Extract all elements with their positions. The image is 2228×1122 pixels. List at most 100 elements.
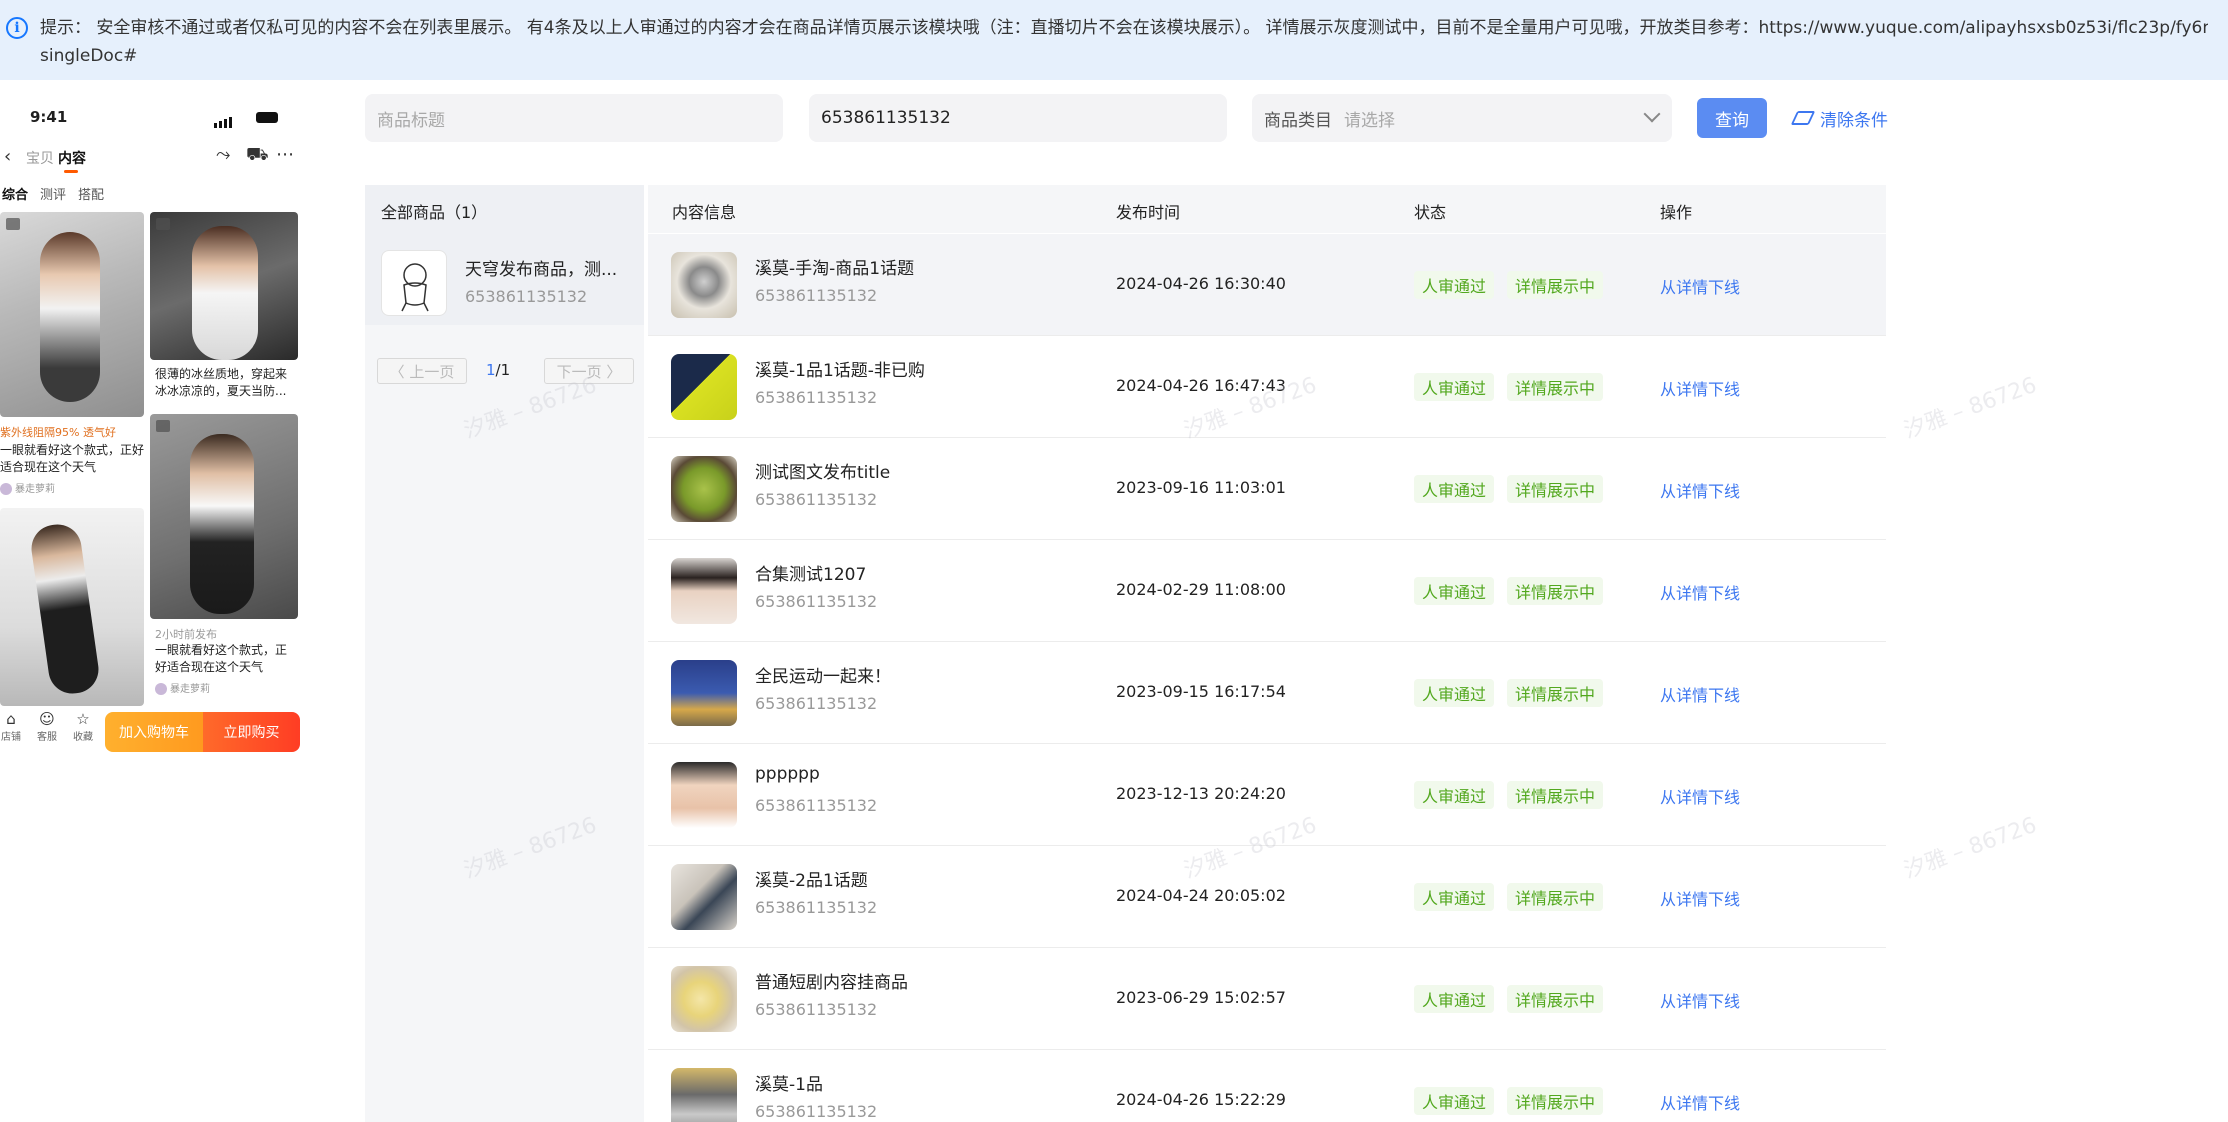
column-header-status: 状态 (1414, 203, 1447, 222)
product-id-value: 653861135132 (821, 108, 951, 128)
content-title: 溪莫-1品 (755, 1075, 823, 1095)
content-thumbnail (671, 1068, 737, 1122)
next-page-button[interactable]: 下一页 〉 (544, 358, 634, 384)
status-badge-review: 人审通过 (1414, 373, 1495, 401)
status-badge-display: 详情展示中 (1507, 475, 1604, 503)
content-id: 653861135132 (755, 1102, 878, 1121)
chevron-left-icon: 〈 (389, 362, 410, 381)
service-button[interactable]: ☺ 客服 (32, 710, 62, 743)
publish-time: 2024-04-26 16:30:40 (1116, 274, 1286, 293)
add-to-cart-button[interactable]: 加入购物车 (105, 712, 203, 752)
clear-filters-button[interactable]: 清除条件 (1790, 104, 1888, 132)
status-badge-review: 人审通过 (1414, 475, 1495, 503)
feed-meta: 2小时前发布 (155, 628, 217, 641)
table-row[interactable]: 测试图文发布title 653861135132 2023-09-16 11:0… (648, 438, 1886, 540)
product-id: 653861135132 (465, 287, 588, 306)
phone-nav: ‹ 宝贝 内容 ⤳ ⛟ ⋯ (0, 140, 300, 176)
content-thumbnail (671, 966, 737, 1032)
info-icon: i (6, 17, 28, 39)
watermark: 汐雅 – 86726 (1900, 372, 2040, 444)
shop-icon: ⌂ (6, 710, 16, 728)
table-row[interactable]: 溪莫-1品1话题-非已购 653861135132 2024-04-26 16:… (648, 336, 1886, 438)
status-badge-display: 详情展示中 (1507, 577, 1604, 605)
table-row[interactable]: 溪莫-1品 653861135132 2024-04-26 15:22:29 人… (648, 1050, 1886, 1122)
offline-link[interactable]: 从详情下线 (1660, 784, 1740, 808)
cart-icon[interactable]: ⛟ (246, 144, 269, 168)
feed-author: 暴走萝莉 (0, 480, 55, 495)
status-badge-review: 人审通过 (1414, 883, 1495, 911)
content-id: 653861135132 (755, 592, 878, 611)
phone-tab-item[interactable]: 宝贝 (26, 148, 54, 168)
content-thumbnail (671, 864, 737, 930)
product-panel-header: 全部商品（1） (365, 185, 644, 233)
title-search-input[interactable]: 商品标题 (365, 94, 783, 142)
offline-link[interactable]: 从详情下线 (1660, 1090, 1740, 1114)
offline-link[interactable]: 从详情下线 (1660, 376, 1740, 400)
feed-caption: 很薄的冰丝质地，穿起来冰冰凉凉的，夏天当防... (155, 367, 288, 398)
content-id: 653861135132 (755, 490, 878, 509)
chevron-down-icon (1643, 105, 1661, 123)
table-row[interactable]: pppppp 653861135132 2023-12-13 20:24:20 … (648, 744, 1886, 846)
video-icon (156, 218, 170, 230)
product-id-input[interactable]: 653861135132 (809, 94, 1227, 142)
table-row[interactable]: 普通短剧内容挂商品 653861135132 2023-06-29 15:02:… (648, 948, 1886, 1050)
product-item[interactable]: 天穹发布商品，测... 653861135132 (365, 233, 644, 325)
publish-time: 2023-09-15 16:17:54 (1116, 682, 1286, 701)
pagination: 〈 上一页 1/1 下一页 〉 (377, 358, 637, 386)
status-badge-review: 人审通过 (1414, 1087, 1495, 1115)
feed-caption: 一眼就看好这个款式，正好适合现在这个天气 (0, 443, 145, 474)
next-page-label: 下一页 (556, 362, 602, 381)
feed-tag: 紫外线阻隔95% 透气好 (0, 426, 116, 439)
status-badge-display: 详情展示中 (1507, 373, 1604, 401)
status-badge-display: 详情展示中 (1507, 883, 1604, 911)
table-row[interactable]: 溪莫-手淘-商品1话题 653861135132 2024-04-26 16:3… (648, 234, 1886, 336)
table-row[interactable]: 合集测试1207 653861135132 2024-02-29 11:08:0… (648, 540, 1886, 642)
phone-preview: 9:41 ‹ 宝贝 内容 ⤳ ⛟ ⋯ 综合 测评 搭配 很薄的冰丝质地，穿起来冰… (0, 80, 310, 1122)
chevron-right-icon: 〉 (601, 362, 622, 381)
category-label: 商品类目 (1264, 110, 1332, 131)
avatar (0, 483, 12, 495)
feed-caption: 一眼就看好这个款式，正好适合现在这个天气 (155, 643, 288, 674)
category-select[interactable]: 商品类目 请选择 (1252, 94, 1672, 142)
content-thumbnail (671, 456, 737, 522)
video-icon (156, 420, 170, 432)
phone-tab-content[interactable]: 内容 (58, 148, 86, 173)
share-icon[interactable]: ⤳ (216, 144, 230, 165)
sub-tab-all[interactable]: 综合 (2, 184, 28, 203)
offline-link[interactable]: 从详情下线 (1660, 886, 1740, 910)
content-id: 653861135132 (755, 388, 878, 407)
offline-link[interactable]: 从详情下线 (1660, 988, 1740, 1012)
content-title: 溪莫-手淘-商品1话题 (755, 259, 915, 279)
offline-link[interactable]: 从详情下线 (1660, 682, 1740, 706)
feed-image[interactable] (150, 212, 298, 360)
shop-button[interactable]: ⌂ 店铺 (0, 710, 26, 743)
feed-image[interactable] (150, 414, 298, 619)
product-panel: 全部商品（1） 天穹发布商品，测... 653861135132 〈 上一页 1… (365, 185, 644, 1122)
offline-link[interactable]: 从详情下线 (1660, 580, 1740, 604)
product-thumbnail (381, 250, 447, 316)
column-header-time: 发布时间 (1116, 203, 1181, 222)
prev-page-button[interactable]: 〈 上一页 (377, 358, 467, 384)
publish-time: 2024-02-29 11:08:00 (1116, 580, 1286, 599)
avatar (155, 683, 167, 695)
table-header: 内容信息 发布时间 状态 操作 (648, 185, 1886, 233)
status-badge-display: 详情展示中 (1507, 271, 1604, 299)
back-icon[interactable]: ‹ (4, 146, 11, 167)
feed-image[interactable] (0, 508, 144, 706)
favorite-button[interactable]: ☆ 收藏 (68, 710, 98, 743)
table-row[interactable]: 溪莫-2品1话题 653861135132 2024-04-24 20:05:0… (648, 846, 1886, 948)
content-id: 653861135132 (755, 1000, 878, 1019)
more-icon[interactable]: ⋯ (276, 144, 294, 165)
status-badge-review: 人审通过 (1414, 577, 1495, 605)
offline-link[interactable]: 从详情下线 (1660, 478, 1740, 502)
buy-now-button[interactable]: 立即购买 (203, 712, 300, 752)
offline-link[interactable]: 从详情下线 (1660, 274, 1740, 298)
query-button[interactable]: 查询 (1697, 98, 1767, 138)
column-header-action: 操作 (1660, 203, 1693, 222)
feed-image[interactable] (0, 212, 144, 417)
content-thumbnail (671, 762, 737, 828)
current-page: 1 (486, 361, 496, 379)
sub-tab-match[interactable]: 搭配 (78, 184, 104, 203)
sub-tab-review[interactable]: 测评 (40, 184, 66, 203)
table-row[interactable]: 全民运动一起来！ 653861135132 2023-09-15 16:17:5… (648, 642, 1886, 744)
